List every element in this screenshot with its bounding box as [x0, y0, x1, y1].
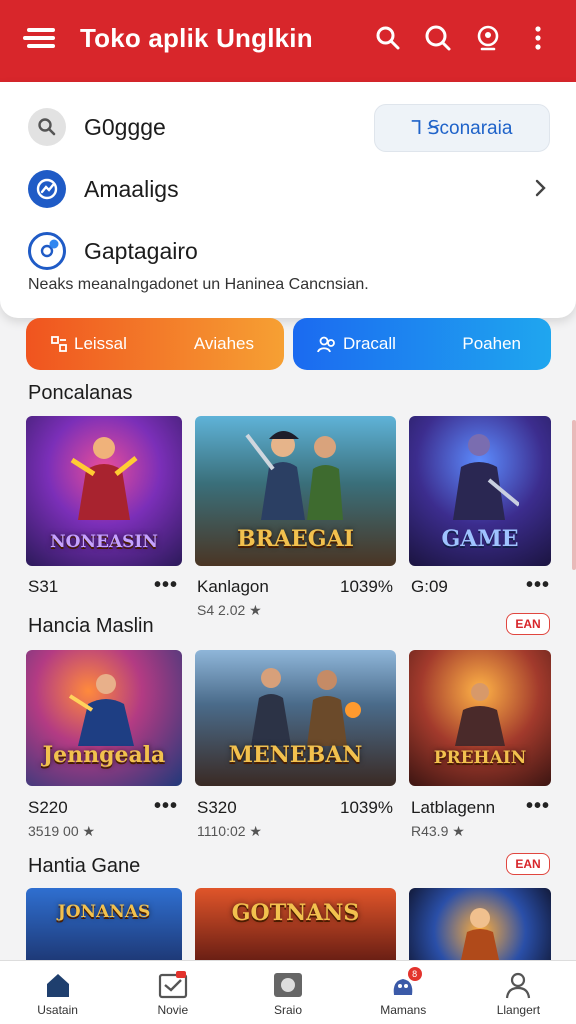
game-card[interactable]: BRAEGAI [195, 416, 396, 566]
card-art-title: MENEBAN [228, 742, 363, 768]
nav-label: Llangert [496, 1003, 541, 1017]
card-rating: 1110:02 ★ [197, 823, 262, 839]
hero-art-icon [70, 437, 138, 520]
compass-icon [28, 170, 66, 208]
card-label: G:09 [411, 577, 448, 596]
card-art-title: PREHAIN [433, 748, 527, 768]
card-art-title: Jenngeala [42, 742, 166, 768]
bottom-navigation: Usatain Novie Sraio 8 Mamans Llangert [0, 960, 576, 1024]
section-title: Poncalanas [28, 382, 133, 404]
search-row-label: G0ggge [84, 113, 166, 140]
more-options-icon[interactable]: ••• [526, 795, 550, 818]
grid-icon [51, 336, 67, 352]
home-icon [46, 974, 69, 997]
hero-art-icon [68, 674, 134, 746]
scrollbar[interactable] [572, 420, 576, 570]
action-left-label: Leissal [74, 334, 127, 353]
card-art-title: GOTNANS [231, 900, 360, 926]
mail-icon [158, 971, 187, 999]
nav-item-screen[interactable]: Sraio [230, 961, 345, 1024]
game-card[interactable]: GOTNANS [195, 888, 396, 960]
panel-row-amaaligs[interactable]: Amaaligs [28, 170, 179, 208]
hero-art-icon [453, 434, 519, 520]
game-card[interactable] [409, 888, 551, 960]
game-card[interactable]: JONANAS [26, 888, 182, 960]
app-bar: Toko aplik Unglkin [0, 0, 576, 82]
search-icon [28, 108, 66, 146]
menu-icon[interactable] [20, 18, 60, 58]
nav-item-notifications[interactable]: 8 Mamans [346, 961, 461, 1024]
more-options-icon[interactable]: ••• [526, 574, 550, 597]
card-percent: 1039% [340, 577, 393, 596]
people-icon [317, 336, 335, 353]
card-art-title: NONEASIN [50, 532, 158, 552]
app-title: Toko aplik Unglkin [80, 22, 313, 53]
profile-icon [506, 972, 531, 999]
card-rating: R43.9 ★ [411, 823, 465, 839]
nav-label: Sraio [274, 1003, 303, 1017]
panel-row-label: Gaptagairo [84, 237, 198, 264]
account-icon[interactable] [468, 18, 508, 58]
action-right-label: Dracall [343, 334, 396, 353]
target-icon [28, 232, 66, 270]
nav-label: Novie [157, 1003, 189, 1017]
nav-item-home[interactable]: Usatain [0, 961, 115, 1024]
notification-badge: 8 [407, 967, 422, 981]
more-options-icon[interactable]: ••• [154, 574, 178, 597]
hero-art-icon [251, 668, 361, 746]
more-options-icon[interactable]: ••• [154, 795, 178, 818]
game-card[interactable]: PREHAIN [409, 650, 551, 786]
game-card[interactable]: NONEASIN [26, 416, 182, 566]
card-rating: 3519 00 ★ [28, 823, 96, 839]
action-button-right[interactable]: Dracall Poahen [293, 318, 551, 370]
game-card[interactable]: MENEBAN [195, 650, 396, 786]
card-percent: 1039% [340, 798, 393, 817]
search-row[interactable]: G0ggge [28, 108, 166, 146]
suggestion-chip[interactable]: Ꞁ Ꞩconaraia [374, 104, 550, 152]
panel-row-label: Amaaligs [84, 175, 179, 202]
hero-art-icon [455, 683, 505, 746]
card-label: S220 [28, 798, 68, 817]
nav-item-mail[interactable]: Novie [115, 961, 230, 1024]
screen-icon [274, 973, 302, 997]
nav-label: Usatain [37, 1003, 78, 1017]
card-rating: S4 2.02 ★ [197, 602, 262, 618]
card-art-title: BRAEGAI [237, 526, 354, 552]
action-left-sublabel: Aviahes [193, 334, 254, 353]
chevron-right-icon[interactable] [530, 178, 550, 198]
card-art-title: JONANAS [57, 902, 151, 922]
section-badge[interactable]: EAN [506, 853, 550, 875]
card-label: S320 [197, 798, 237, 817]
card-label: S31 [28, 577, 59, 596]
section-title: Hantia Gane [28, 855, 141, 877]
card-art-title: GAME [441, 526, 519, 552]
hero-art-icon [461, 908, 499, 960]
card-label: Latblagenn [411, 798, 496, 817]
game-card[interactable]: Jenngeala [26, 650, 182, 786]
panel-description: Neaks meanaIngadonet un Haninea Cancnsia… [28, 276, 369, 293]
search-icon[interactable] [368, 18, 408, 58]
nav-item-profile[interactable]: Llangert [461, 961, 576, 1024]
game-card[interactable]: GAME [409, 416, 551, 566]
search-alt-icon[interactable] [418, 18, 458, 58]
action-right-sublabel: Poahen [462, 334, 521, 353]
section-title: Hancia Maslin [28, 615, 154, 637]
hero-art-icon [245, 431, 343, 520]
section-badge[interactable]: EAN [506, 613, 550, 635]
nav-label: Mamans [380, 1003, 427, 1017]
card-label: Kanlagon [197, 577, 269, 596]
search-dropdown-panel: G0ggge Ꞁ Ꞩconaraia Amaaligs Gaptagairo N… [0, 82, 576, 318]
more-vert-icon[interactable] [518, 18, 558, 58]
panel-row-gaptagairo[interactable]: Gaptagairo [28, 232, 198, 270]
action-button-left[interactable]: Leissal Aviahes [26, 318, 284, 370]
